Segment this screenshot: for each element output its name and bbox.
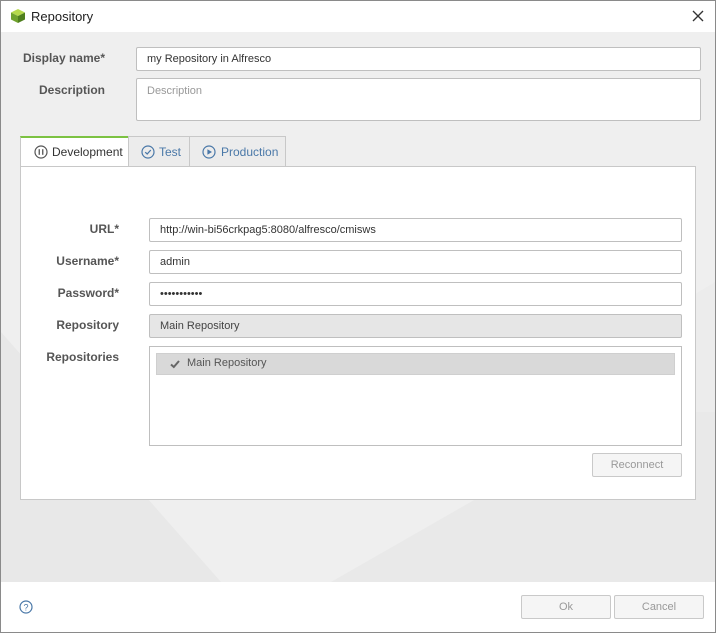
check-circle-icon bbox=[141, 145, 155, 159]
pause-circle-icon bbox=[34, 145, 48, 159]
tab-production[interactable]: Production bbox=[189, 136, 286, 166]
tab-label: Production bbox=[221, 145, 279, 159]
password-input[interactable]: ••••••••••• bbox=[149, 282, 682, 306]
repositories-label: Repositories bbox=[46, 350, 119, 364]
list-item-label: Main Repository bbox=[187, 357, 267, 369]
username-input[interactable]: admin bbox=[149, 250, 682, 274]
url-label: URL* bbox=[89, 222, 119, 236]
play-circle-icon bbox=[202, 145, 216, 159]
window-title: Repository bbox=[31, 9, 94, 24]
tab-test[interactable]: Test bbox=[128, 136, 190, 166]
tab-panel-development: URL* http://win-bi56crkpag5:8080/alfresc… bbox=[20, 166, 696, 500]
description-textarea[interactable]: Description bbox=[136, 78, 701, 121]
cancel-button[interactable]: Cancel bbox=[614, 595, 704, 619]
repository-label: Repository bbox=[56, 318, 119, 332]
tab-label: Development bbox=[52, 145, 123, 159]
svg-text:?: ? bbox=[23, 602, 28, 612]
display-name-input[interactable]: my Repository in Alfresco bbox=[136, 47, 701, 71]
tab-development[interactable]: Development bbox=[20, 136, 129, 167]
ok-button[interactable]: Ok bbox=[521, 595, 611, 619]
repository-dialog: Repository Display name* my Repository i… bbox=[0, 0, 716, 633]
password-label: Password* bbox=[57, 286, 119, 300]
close-icon[interactable] bbox=[689, 7, 707, 25]
reconnect-button[interactable]: Reconnect bbox=[592, 453, 682, 477]
repositories-list[interactable]: Main Repository bbox=[149, 346, 682, 446]
list-item[interactable]: Main Repository bbox=[156, 353, 675, 375]
app-logo-icon bbox=[11, 9, 25, 23]
dialog-content: Display name* my Repository in Alfresco … bbox=[1, 32, 715, 582]
url-input[interactable]: http://win-bi56crkpag5:8080/alfresco/cmi… bbox=[149, 218, 682, 242]
tab-label: Test bbox=[159, 145, 182, 159]
display-name-label: Display name* bbox=[22, 51, 105, 65]
description-label: Description bbox=[38, 83, 105, 97]
checkmark-icon bbox=[170, 360, 180, 369]
dialog-footer: ? Ok Cancel bbox=[1, 582, 715, 632]
help-icon[interactable]: ? bbox=[19, 600, 33, 614]
title-bar: Repository bbox=[1, 1, 715, 32]
repository-readonly-field: Main Repository bbox=[149, 314, 682, 338]
username-label: Username* bbox=[56, 254, 119, 268]
